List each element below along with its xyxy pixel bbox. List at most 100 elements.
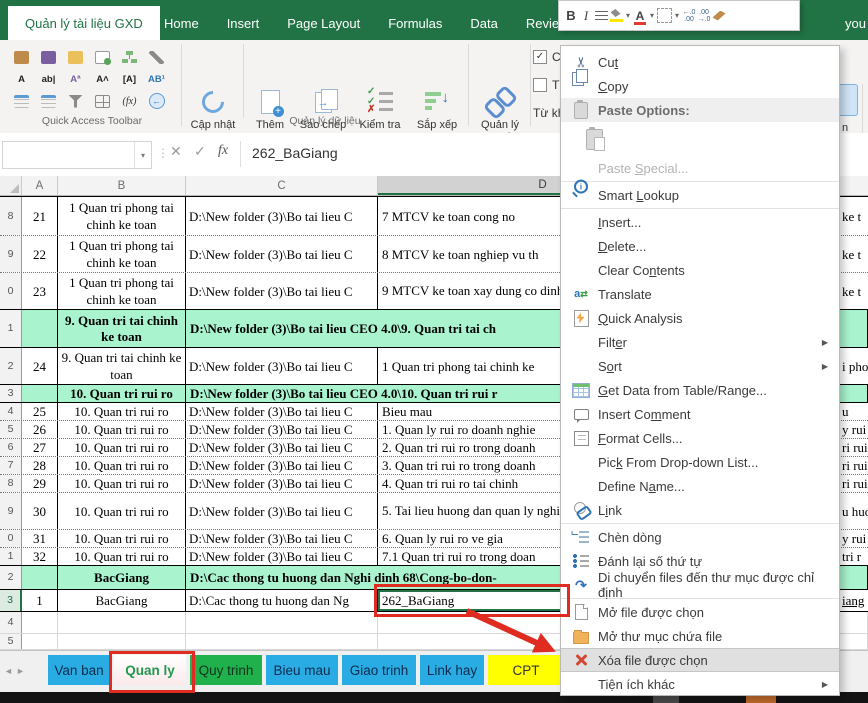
row-number[interactable]: 8 [0,197,22,235]
sheet-tab-giao-trinh[interactable]: Giao trinh [342,655,416,685]
table-search-button[interactable] [8,90,35,112]
cell-a[interactable]: 23 [22,273,58,309]
row-number[interactable]: 0 [0,273,22,309]
row-number[interactable]: 3 [0,385,22,402]
back-button[interactable]: ← [143,90,170,112]
insert-function-button[interactable]: (fx) [116,90,143,112]
cell-b[interactable]: BacGiang [58,590,186,611]
row-number[interactable]: 4 [0,612,22,633]
menu-item-mo-file-duoc-chon[interactable]: Mở file được chọn [561,600,839,624]
tab-page-layout[interactable]: Page Layout [273,13,374,34]
menu-item-translate[interactable]: a ⇄ Translate [561,282,839,306]
tools-button[interactable] [143,46,170,68]
cell-a[interactable]: 24 [22,348,58,384]
cell-a[interactable]: 27 [22,439,58,456]
cell-b[interactable]: 1 Quan tri phong tai chinh ke toan [58,197,186,235]
cell-c[interactable] [186,612,378,633]
cell-c[interactable] [186,634,378,649]
row-number[interactable]: 9 [0,493,22,529]
align-button[interactable] [594,5,608,27]
menu-item-smart-lookup[interactable]: i Smart Lookup [561,179,839,207]
fill-color-dropdown[interactable]: ▾ [624,5,632,27]
cell-b[interactable]: 10. Quan tri rui ro [58,385,186,402]
cell-c[interactable]: D:\New folder (3)\Bo tai lieu C [186,236,378,272]
bold-button[interactable]: B [564,5,578,27]
cell-a[interactable] [22,612,58,633]
decrease-decimal-button[interactable]: .00 →.0 [697,5,711,27]
sheet-tab-link-hay[interactable]: Link hay [420,655,484,685]
open-button[interactable] [62,46,89,68]
font-style-button[interactable]: Aª [62,68,89,90]
cell-b[interactable]: 10. Quan tri rui ro [58,403,186,420]
cell-b[interactable]: BacGiang [58,566,186,589]
tab-home[interactable]: Home [150,13,213,34]
menu-item-di-chuyen-files[interactable]: ↷ Di chuyển files đến thư mục được chỉ đ… [561,570,839,600]
row-number[interactable]: 5 [0,634,22,649]
cancel-button[interactable]: ✕ [170,143,182,160]
cell-a[interactable] [22,634,58,649]
menu-item-sort[interactable]: Sort ▶ [561,354,839,378]
spelling-button[interactable]: AB¹ [143,68,170,90]
textbox-button[interactable]: ab| [35,68,62,90]
formula-input[interactable]: 262_BaGiang [252,145,338,161]
cell-b[interactable]: 10. Quan tri rui ro [58,457,186,474]
menu-item-link[interactable]: Link [561,498,839,522]
cell-a[interactable] [22,566,58,589]
sheet-nav-right-icon[interactable]: ► [16,666,25,676]
row-number[interactable]: 1 [0,548,22,565]
row-number[interactable]: 8 [0,475,22,492]
formula-bar-grip[interactable]: ⋮ [157,146,169,160]
cell-b[interactable]: 10. Quan tri rui ro [58,530,186,547]
cell-a[interactable]: 31 [22,530,58,547]
paste-option-button[interactable] [561,122,839,156]
cell-c[interactable]: D:\New folder (3)\Bo tai lieu C [186,493,378,529]
org-chart-button[interactable] [116,46,143,68]
cell-c[interactable]: D:\New folder (3)\Bo tai lieu C [186,475,378,492]
sheet-tab-bieu-mau[interactable]: Bieu mau [266,655,338,685]
menu-item-delete[interactable]: Delete... [561,234,839,258]
row-number[interactable]: 2 [0,566,22,589]
menu-item-define-name[interactable]: Define Name... [561,474,839,498]
menu-item-insert[interactable]: Insert... [561,210,839,234]
column-header-a[interactable]: A [22,176,58,195]
cell-c[interactable]: D:\New folder (3)\Bo tai lieu C [186,403,378,420]
tell-me-fragment[interactable]: you w [845,16,868,31]
cell-a[interactable]: 26 [22,421,58,438]
italic-button[interactable]: I [579,5,593,27]
cell-c[interactable]: D:\New folder (3)\Bo tai lieu C [186,421,378,438]
sheet-tab-cpt[interactable]: CPT [488,655,564,685]
cell-b[interactable]: 10. Quan tri rui ro [58,493,186,529]
cell-a[interactable]: 32 [22,548,58,565]
row-number[interactable]: 6 [0,439,22,456]
menu-item-chen-dong[interactable]: Chèn dòng [561,525,839,549]
menu-item-quick-analysis[interactable]: Quick Analysis [561,306,839,330]
cell-c[interactable]: D:\Cac thong tu huong dan Ng [186,590,378,611]
cell-a[interactable]: 25 [22,403,58,420]
row-number[interactable]: 4 [0,403,22,420]
filter-button[interactable] [62,90,89,112]
row-number[interactable]: 1 [0,310,22,347]
font-color-dropdown[interactable]: ▾ [648,5,656,27]
row-number[interactable]: 0 [0,530,22,547]
format-painter-button[interactable] [712,5,726,27]
select-all-corner[interactable] [0,176,22,195]
cell-a[interactable]: 1 [22,590,58,611]
row-number[interactable]: 5 [0,421,22,438]
new-file-button[interactable] [89,46,116,68]
cell-a[interactable]: 28 [22,457,58,474]
table-format-button[interactable] [35,90,62,112]
name-box[interactable]: ▾ [2,141,152,169]
menu-item-pick-from-list[interactable]: Pick From Drop-down List... [561,450,839,474]
row-number-selected[interactable]: 3 [0,590,22,611]
cell-c[interactable]: D:\New folder (3)\Bo tai lieu C [186,548,378,565]
save-button[interactable] [35,46,62,68]
sheet-tab-van-ban[interactable]: Van ban [48,655,110,685]
ribbon-tab-quan-ly-tai-lieu-gxd[interactable]: Quản lý tài liệu GXD [8,6,160,40]
cell-b[interactable]: 1 Quan tri phong tai chinh ke toan [58,273,186,309]
cell-a[interactable]: 29 [22,475,58,492]
cell-b[interactable]: 10. Quan tri rui ro [58,439,186,456]
cell-a[interactable]: 22 [22,236,58,272]
menu-item-clear-contents[interactable]: Clear Contents [561,258,839,282]
menu-item-copy[interactable]: Copy [561,69,839,98]
cell-b[interactable]: 9. Quan tri tai chinh ke toan [58,348,186,384]
